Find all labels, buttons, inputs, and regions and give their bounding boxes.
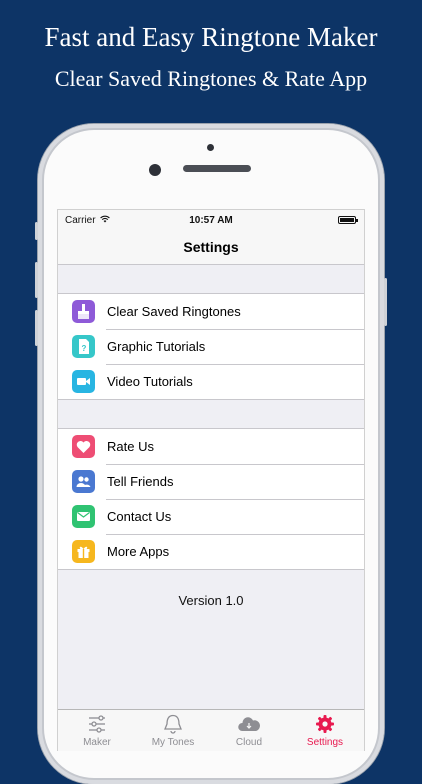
tab-my-tones-label: My Tones (151, 737, 195, 748)
tab-maker[interactable]: Maker (59, 710, 135, 751)
envelope-icon (72, 505, 95, 528)
navigation-bar: Settings (58, 230, 364, 265)
graphic-tutorials-label: Graphic Tutorials (107, 339, 206, 354)
promo-title: Fast and Easy Ringtone Maker (44, 22, 378, 52)
heart-icon (72, 435, 95, 458)
status-bar: Carrier 10:57 AM (58, 210, 364, 230)
power-button (384, 278, 387, 326)
video-tutorials-row[interactable]: Video Tutorials (58, 364, 364, 399)
tab-cloud-label: Cloud (235, 737, 263, 748)
app-screen: Carrier 10:57 AM Settings Clear Saved Ri… (57, 209, 365, 751)
clear-saved-ringtones-row[interactable]: Clear Saved Ringtones (58, 294, 364, 329)
more-apps-row[interactable]: More Apps (58, 534, 364, 569)
settings-group-tools: Clear Saved Ringtones ? Graphic Tutorial… (58, 293, 364, 400)
graphic-tutorials-row[interactable]: ? Graphic Tutorials (58, 329, 364, 364)
svg-text:?: ? (82, 344, 87, 353)
battery-icon (338, 216, 358, 224)
tab-settings-label: Settings (306, 737, 344, 748)
sliders-icon (59, 714, 135, 734)
tab-bar: Maker My Tones Cloud Settings (58, 709, 364, 751)
bell-icon (135, 714, 211, 734)
friends-icon (72, 470, 95, 493)
promo-subtitle: Clear Saved Ringtones & Rate App (54, 66, 368, 91)
tell-friends-row[interactable]: Tell Friends (58, 464, 364, 499)
proximity-sensor (207, 144, 214, 151)
settings-group-social: Rate Us Tell Friends Contact Us More App… (58, 428, 364, 570)
status-time: 10:57 AM (189, 215, 233, 226)
version-label: Version 1.0 (178, 593, 244, 608)
tab-maker-label: Maker (83, 737, 111, 748)
video-tutorials-label: Video Tutorials (107, 374, 193, 389)
gift-icon (72, 540, 95, 563)
contact-us-row[interactable]: Contact Us (58, 499, 364, 534)
more-apps-label: More Apps (107, 544, 170, 559)
tell-friends-label: Tell Friends (107, 474, 174, 489)
page-title: Settings (183, 239, 239, 255)
contact-us-label: Contact Us (107, 509, 172, 524)
tab-settings[interactable]: Settings (287, 710, 363, 751)
broom-icon (72, 300, 95, 323)
tab-my-tones[interactable]: My Tones (135, 710, 211, 751)
mute-switch (35, 222, 38, 240)
rate-us-label: Rate Us (107, 439, 154, 454)
gear-icon (287, 714, 363, 734)
video-camera-icon (72, 370, 95, 393)
tab-cloud[interactable]: Cloud (211, 710, 287, 751)
earpiece-speaker (183, 165, 251, 172)
rate-us-row[interactable]: Rate Us (58, 429, 364, 464)
cloud-icon (211, 714, 287, 734)
clear-saved-ringtones-label: Clear Saved Ringtones (107, 304, 241, 319)
document-icon: ? (72, 335, 95, 358)
volume-down-button (35, 310, 38, 346)
front-camera (149, 164, 161, 176)
volume-up-button (35, 262, 38, 298)
